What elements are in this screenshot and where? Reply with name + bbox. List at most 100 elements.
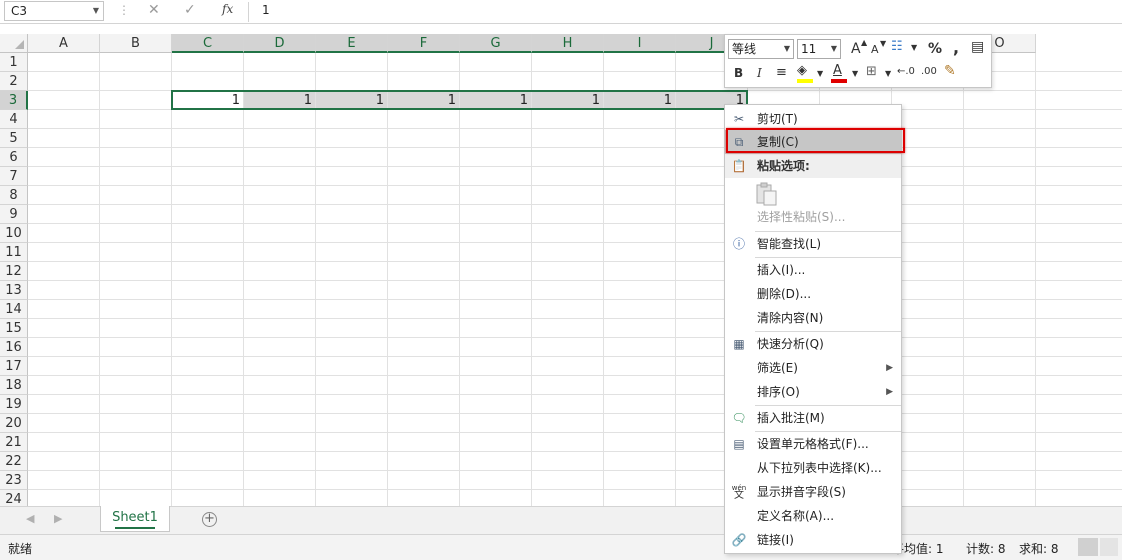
column-header[interactable]: C: [172, 34, 244, 53]
percent-button[interactable]: %: [928, 41, 942, 57]
row-header[interactable]: 12: [0, 262, 28, 281]
row-header[interactable]: 14: [0, 300, 28, 319]
menu-insert[interactable]: 插入(I)...: [725, 258, 901, 282]
grow-font-button[interactable]: A: [851, 41, 861, 57]
font-name-select[interactable]: 等线 ▼: [728, 39, 794, 59]
number-format-dropdown-icon[interactable]: ▼: [911, 43, 917, 52]
menu-phonetic[interactable]: wén 文 显示拼音字段(S): [725, 480, 901, 504]
phonetic-icon: wén 文: [731, 484, 747, 501]
menu-filter[interactable]: 筛选(E) ▶: [725, 356, 901, 380]
row-header[interactable]: 2: [0, 72, 28, 91]
menu-delete[interactable]: 删除(D)...: [725, 282, 901, 306]
row-header[interactable]: 6: [0, 148, 28, 167]
prev-sheet-icon[interactable]: ◀: [26, 512, 34, 525]
font-name-dropdown-icon[interactable]: ▼: [784, 40, 790, 58]
column-header[interactable]: A: [28, 34, 100, 53]
increase-decimal-button[interactable]: ←.0: [897, 66, 915, 77]
row-header[interactable]: 9: [0, 205, 28, 224]
align-center-icon[interactable]: ≡: [776, 65, 787, 80]
borders-icon[interactable]: ⊞: [866, 64, 877, 79]
row-header[interactable]: 20: [0, 414, 28, 433]
row-header[interactable]: 8: [0, 186, 28, 205]
format-painter-table-icon[interactable]: ▤: [971, 39, 984, 55]
row-header[interactable]: 5: [0, 129, 28, 148]
menu-smart-lookup[interactable]: ⓘ 智能查找(L): [725, 232, 901, 256]
column-header[interactable]: H: [532, 34, 604, 53]
column-header[interactable]: E: [316, 34, 388, 53]
grid-hline: [28, 299, 1122, 300]
row-header[interactable]: 1: [0, 53, 28, 72]
grid-hline: [28, 242, 1122, 243]
paste-button[interactable]: [755, 181, 779, 207]
menu-define-name[interactable]: 定义名称(A)...: [725, 504, 901, 528]
select-all-button[interactable]: [0, 34, 28, 53]
cancel-icon[interactable]: ✕: [148, 2, 160, 18]
number-format-icon[interactable]: ☷: [891, 39, 903, 54]
menu-sort-label: 排序(O): [757, 385, 800, 399]
menu-quick-analysis-label: 快速分析(Q): [757, 337, 824, 351]
format-painter-icon[interactable]: ✎: [944, 63, 956, 79]
menu-pick-from-list[interactable]: 从下拉列表中选择(K)...: [725, 456, 901, 480]
next-sheet-icon[interactable]: ▶: [54, 512, 62, 525]
font-size-select[interactable]: 11 ▼: [797, 39, 841, 59]
row-header[interactable]: 16: [0, 338, 28, 357]
row-header[interactable]: 15: [0, 319, 28, 338]
row-header[interactable]: 4: [0, 110, 28, 129]
grid-hline: [28, 375, 1122, 376]
font-size-dropdown-icon[interactable]: ▼: [831, 40, 837, 58]
enter-icon[interactable]: ✓: [184, 2, 196, 18]
row-header[interactable]: 18: [0, 376, 28, 395]
font-color-button[interactable]: A: [833, 63, 842, 78]
row-header[interactable]: 3: [0, 91, 28, 110]
row-header[interactable]: 17: [0, 357, 28, 376]
add-sheet-icon[interactable]: +: [202, 512, 217, 527]
name-box-dropdown-icon[interactable]: ▼: [93, 2, 99, 20]
menu-format-cells[interactable]: ▤ 设置单元格格式(F)...: [725, 432, 901, 456]
row-header[interactable]: 11: [0, 243, 28, 262]
italic-button[interactable]: I: [757, 66, 762, 80]
column-header[interactable]: I: [604, 34, 676, 53]
grid-hline: [28, 337, 1122, 338]
row-header[interactable]: 22: [0, 452, 28, 471]
fill-color-icon[interactable]: ◈: [797, 63, 807, 78]
column-header[interactable]: D: [244, 34, 316, 53]
menu-link[interactable]: 🔗 链接(I): [725, 528, 901, 552]
row-header[interactable]: 23: [0, 471, 28, 490]
menu-clear-contents[interactable]: 清除内容(N): [725, 306, 901, 330]
column-header[interactable]: F: [388, 34, 460, 53]
name-box[interactable]: C3 ▼: [4, 1, 104, 21]
menu-delete-label: 删除(D)...: [757, 287, 812, 301]
grid-hline: [28, 147, 1122, 148]
shrink-font-button[interactable]: A: [871, 43, 879, 56]
submenu-arrow-icon: ▶: [886, 387, 893, 397]
comment-icon: 🗨: [731, 411, 747, 425]
row-header[interactable]: 10: [0, 224, 28, 243]
comma-button[interactable]: ,: [953, 38, 959, 57]
menu-paste-special[interactable]: 选择性粘贴(S)...: [725, 205, 901, 229]
page-layout-view-button[interactable]: [1100, 538, 1118, 556]
status-ready: 就绪: [8, 542, 33, 556]
borders-dropdown-icon[interactable]: ▼: [885, 69, 891, 78]
fill-color-dropdown-icon[interactable]: ▼: [817, 69, 823, 78]
grow-font-arrow-icon: ▲: [861, 38, 868, 47]
normal-view-button[interactable]: [1078, 538, 1098, 556]
row-header[interactable]: 7: [0, 167, 28, 186]
menu-quick-analysis[interactable]: ▦ 快速分析(Q): [725, 332, 901, 356]
menu-insert-comment[interactable]: 🗨 插入批注(M): [725, 406, 901, 430]
menu-sort[interactable]: 排序(O) ▶: [725, 380, 901, 404]
insert-function-icon[interactable]: fx: [222, 2, 233, 16]
font-color-dropdown-icon[interactable]: ▼: [852, 69, 858, 78]
decrease-decimal-button[interactable]: .00: [921, 66, 937, 77]
menu-paste-special-label: 选择性粘贴(S)...: [757, 210, 846, 224]
row-header[interactable]: 19: [0, 395, 28, 414]
column-header[interactable]: B: [100, 34, 172, 53]
grid-hline: [28, 432, 1122, 433]
grid-hline: [28, 489, 1122, 490]
column-header[interactable]: G: [460, 34, 532, 53]
bold-button[interactable]: B: [734, 66, 743, 80]
row-header[interactable]: 13: [0, 281, 28, 300]
row-header[interactable]: 21: [0, 433, 28, 452]
formula-input[interactable]: 1: [262, 3, 270, 17]
menu-pick-from-list-label: 从下拉列表中选择(K)...: [757, 461, 882, 475]
sheet-tab-sheet1[interactable]: Sheet1: [100, 506, 170, 532]
